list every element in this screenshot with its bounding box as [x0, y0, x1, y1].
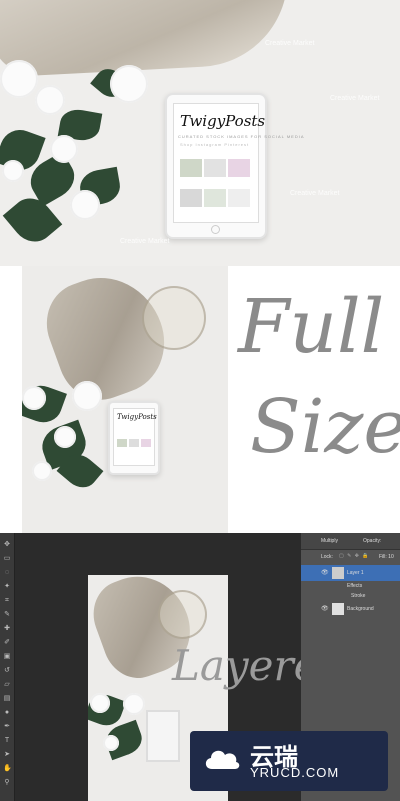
zoom-tool-icon[interactable]: ⚲ [3, 779, 11, 787]
lock-label: Lock: [321, 554, 333, 560]
full-size-photo: TwigyPosts [22, 266, 228, 533]
tablet-thumb [129, 439, 139, 447]
opacity-label: Opacity: [363, 538, 382, 544]
watermark: Creative Market [120, 238, 170, 245]
size-heading: Size [250, 384, 400, 470]
lock-icons[interactable]: ▢ ✎ ✥ 🔒 [339, 553, 370, 559]
watermark: Creative Market [265, 40, 315, 47]
white-flower [54, 426, 76, 448]
full-heading: Full [238, 284, 385, 370]
layers-panel-header: Multiply Opacity: [301, 533, 400, 550]
tablet-thumb [204, 159, 226, 177]
tablet-thumb [180, 189, 202, 207]
visibility-eye-icon[interactable]: 👁 [321, 605, 329, 612]
layer-name: Background [347, 606, 374, 612]
hand-tool-icon[interactable]: ✋ [3, 765, 12, 773]
tablet-nav: Shop Instagram Pinterest [180, 142, 250, 147]
layer-name: Effects [347, 583, 363, 589]
tablet-logo-text: TwigyPosts [180, 112, 266, 130]
eyedropper-tool-icon[interactable]: ✎ [3, 611, 11, 619]
stamp-tool-icon[interactable]: ▣ [3, 653, 11, 661]
tablet-thumb [141, 439, 151, 447]
tablet-thumb [228, 159, 250, 177]
white-flower [22, 386, 46, 410]
hero-photo-section: TwigyPosts CURATED STOCK IMAGES FOR SOCI… [0, 0, 400, 266]
tablet-home-button [211, 225, 220, 234]
wand-tool-icon[interactable]: ✦ [3, 583, 11, 591]
tablet-thumb [117, 439, 127, 447]
tablet-subtitle: CURATED STOCK IMAGES FOR SOCIAL MEDIA [178, 134, 305, 139]
watermark: Creative Market [330, 95, 380, 102]
layer-row[interactable]: 👁 Layer 1 [301, 565, 400, 581]
tablet-device: TwigyPosts CURATED STOCK IMAGES FOR SOCI… [165, 93, 304, 239]
yrucd-watermark-banner: 云瑞 YRUCD.COM [190, 731, 388, 791]
layer-name: Layer 1 [347, 570, 364, 576]
white-flower [90, 693, 110, 713]
blank-tablet-placeholder [146, 710, 180, 762]
full-size-section: TwigyPosts Full Size [0, 266, 400, 533]
lasso-tool-icon[interactable]: ◌ [3, 569, 11, 577]
linen-cloth [0, 0, 293, 78]
visibility-eye-icon[interactable]: 👁 [321, 569, 329, 576]
white-flower [72, 381, 102, 411]
tablet-screen: TwigyPosts CURATED STOCK IMAGES FOR SOCI… [173, 103, 304, 223]
layers-lock-row: Lock: ▢ ✎ ✥ 🔒 Fill: 10 [301, 549, 400, 565]
pen-tool-icon[interactable]: ✒ [3, 723, 11, 731]
crop-tool-icon[interactable]: ⌗ [3, 597, 11, 605]
layer-thumbnail [332, 567, 344, 579]
gradient-tool-icon[interactable]: ▤ [3, 695, 11, 703]
layer-name: Stroke [351, 593, 366, 599]
tablet-device: TwigyPosts [108, 401, 160, 475]
tablet-thumb [204, 189, 226, 207]
white-flower [50, 135, 78, 163]
tablet-screen: TwigyPosts [113, 408, 157, 466]
layer-thumbnail [332, 603, 344, 615]
white-flower [35, 85, 65, 115]
white-flower [103, 735, 119, 751]
cloud-logo-icon [205, 750, 240, 769]
banner-domain-text: YRUCD.COM [250, 765, 340, 780]
tablet-logo-text: TwigyPosts [117, 413, 157, 421]
white-flower [0, 60, 38, 98]
blend-mode-select[interactable]: Multiply [321, 538, 338, 544]
white-flower [70, 190, 100, 220]
fill-label: Fill: 10 [379, 554, 394, 560]
watermark: Creative Market [290, 190, 340, 197]
brush-tool-icon[interactable]: ✐ [3, 639, 11, 647]
layer-row[interactable]: 👁 Background [301, 601, 400, 617]
type-tool-icon[interactable]: T [3, 737, 11, 745]
tablet-thumb [180, 159, 202, 177]
white-flower [2, 160, 24, 182]
glass-jar [142, 286, 206, 350]
white-flower [123, 693, 145, 715]
white-flower [32, 461, 52, 481]
glass-jar [158, 590, 207, 639]
move-tool-icon[interactable]: ✥ [3, 541, 11, 549]
white-flower [110, 65, 148, 103]
blur-tool-icon[interactable]: ● [3, 709, 11, 717]
layer-stroke-row[interactable]: Stroke [301, 591, 400, 601]
photoshop-toolbar: ✥ ▭ ◌ ✦ ⌗ ✎ ✚ ✐ ▣ ↺ ▱ ▤ ● ✒ T ➤ ✋ ⚲ [0, 533, 15, 801]
path-select-icon[interactable]: ➤ [3, 751, 11, 759]
layer-effects-row[interactable]: Effects [301, 581, 400, 591]
tablet-thumb [228, 189, 250, 207]
marquee-tool-icon[interactable]: ▭ [3, 555, 11, 563]
eraser-tool-icon[interactable]: ▱ [3, 681, 11, 689]
healing-tool-icon[interactable]: ✚ [3, 625, 11, 633]
history-brush-icon[interactable]: ↺ [3, 667, 11, 675]
